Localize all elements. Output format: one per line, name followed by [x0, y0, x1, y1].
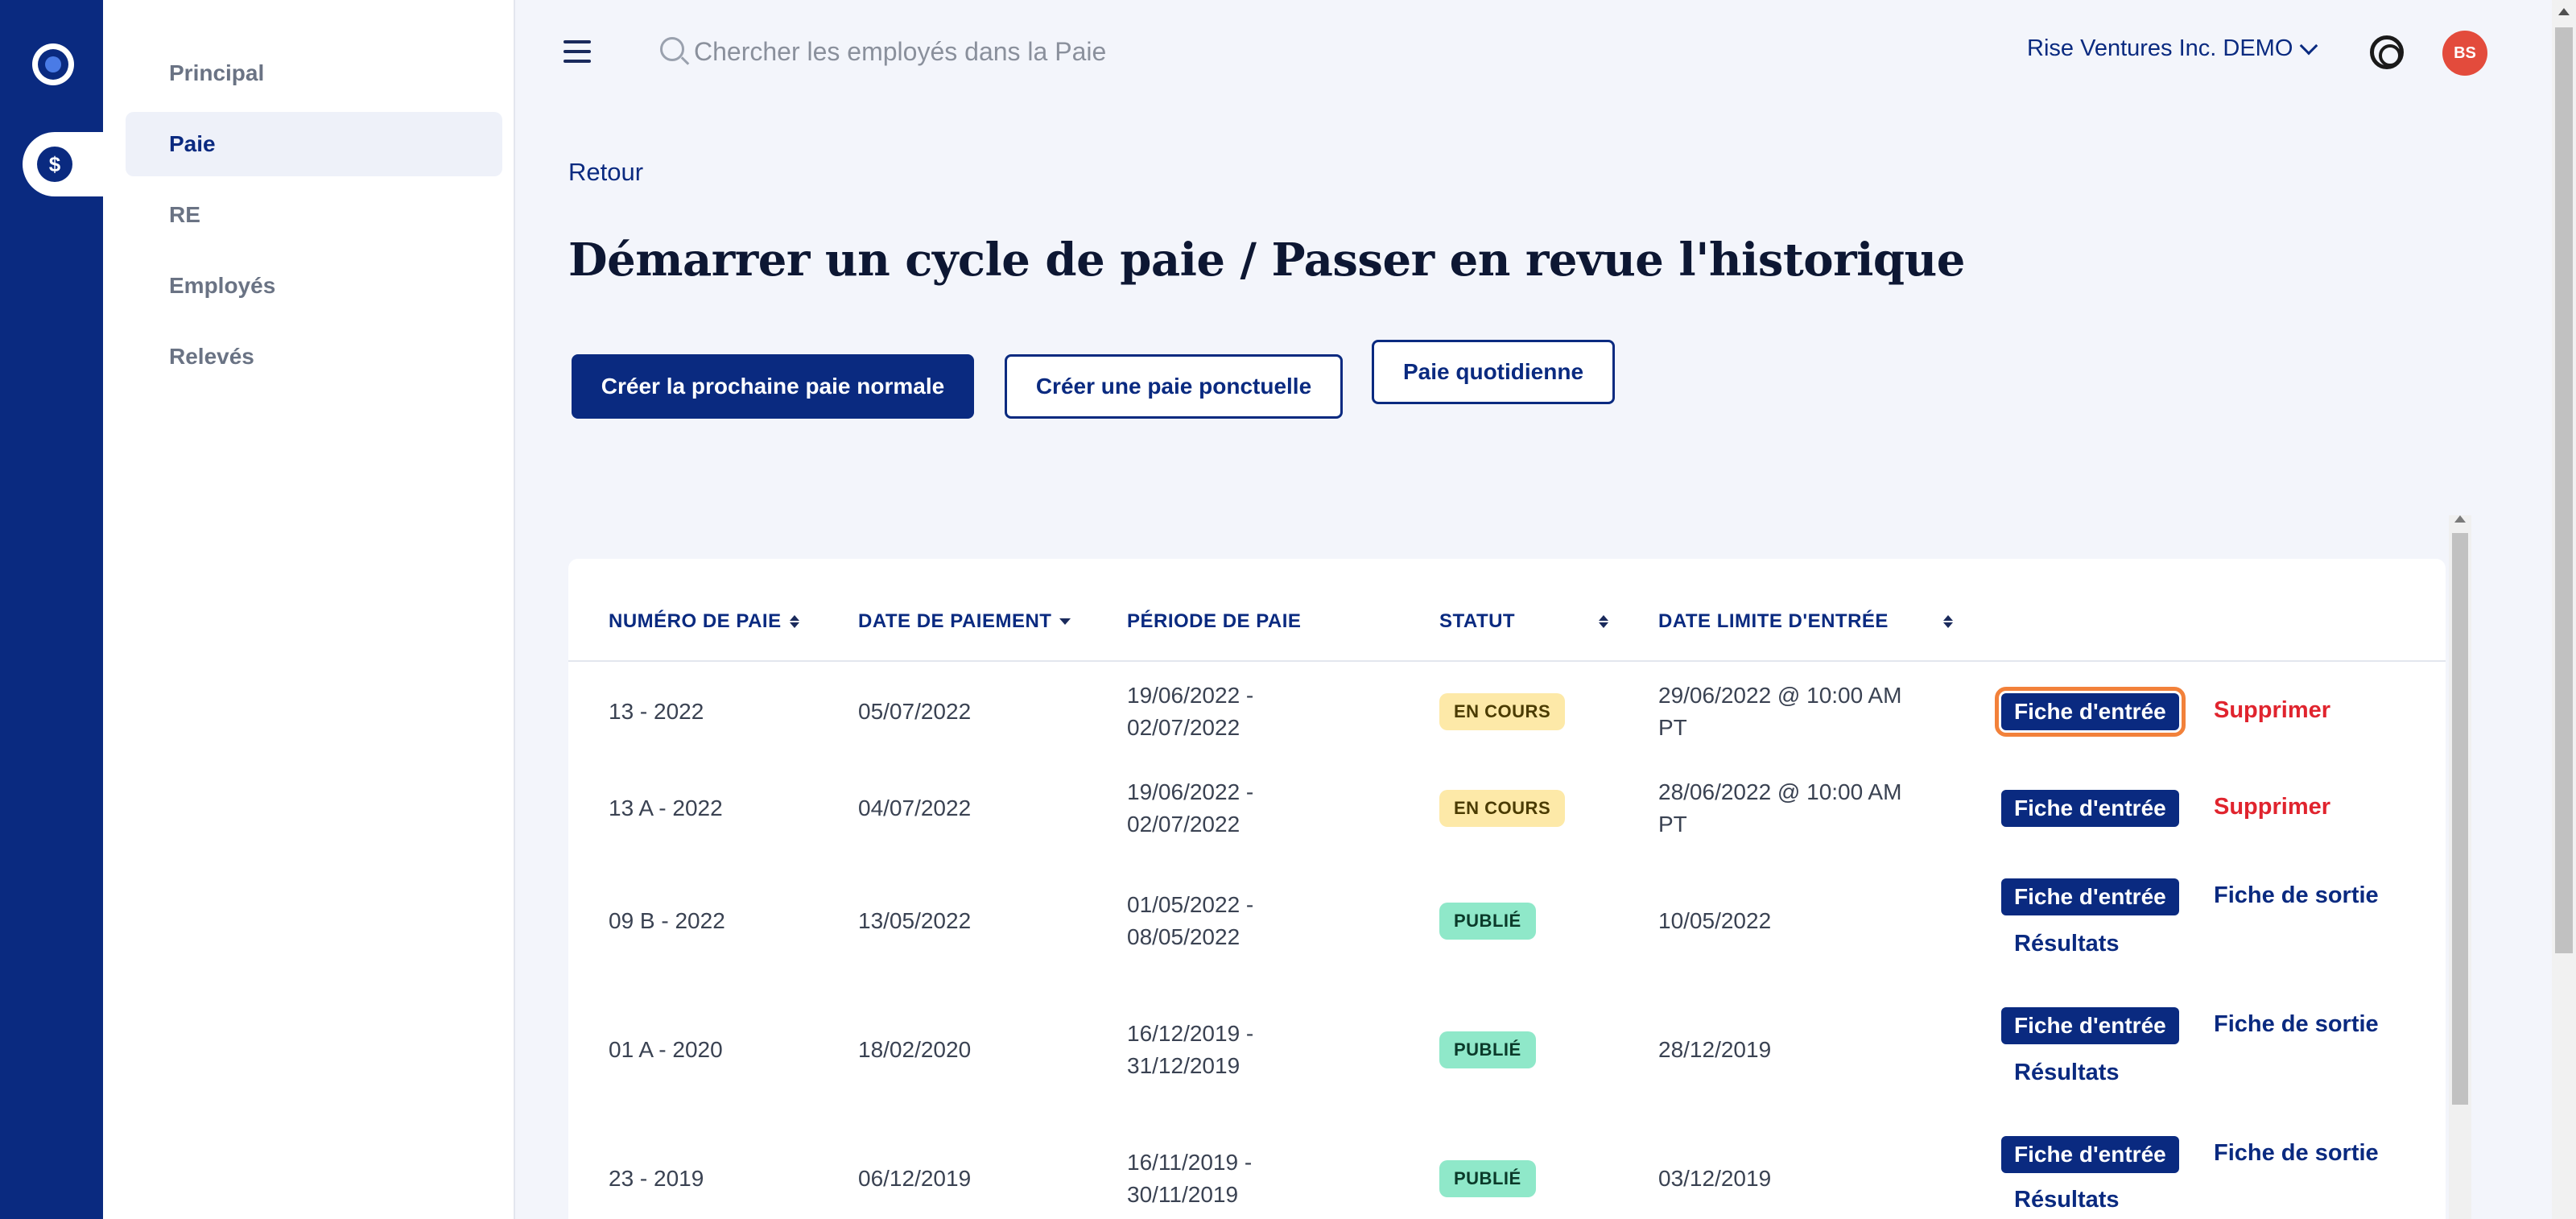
pay-period-end: 02/07/2022 [1127, 812, 1241, 837]
input-sheet-button[interactable]: Fiche d'entrée [2001, 878, 2179, 915]
status-badge: PUBLIÉ [1439, 903, 1536, 940]
search-icon [660, 37, 684, 61]
column-header-status[interactable]: STATUT [1439, 610, 1608, 633]
dollar-coin-icon: $ [37, 147, 72, 182]
pay-period-start: 16/12/2019 - [1127, 1021, 1254, 1046]
sidebar: Principal Paie RE Employés Relevés [103, 0, 515, 1219]
pay-period-start: 19/06/2022 - [1127, 683, 1254, 708]
sort-icon [1599, 615, 1608, 628]
status-badge: PUBLIÉ [1439, 1160, 1536, 1197]
sidebar-item-employes[interactable]: Employés [126, 254, 502, 318]
pay-number-cell: 13 A - 2022 [609, 795, 723, 820]
create-next-regular-pay-button[interactable]: Créer la prochaine paie normale [572, 354, 974, 419]
output-sheet-link[interactable]: Fiche de sortie [2214, 1011, 2379, 1038]
help-lifebuoy-icon[interactable] [2370, 35, 2404, 69]
pay-number-cell: 09 B - 2022 [609, 908, 725, 933]
delete-link[interactable]: Supprimer [2214, 794, 2330, 820]
pay-period-start: 16/11/2019 - [1127, 1150, 1253, 1175]
output-sheet-link[interactable]: Fiche de sortie [2214, 1140, 2379, 1167]
output-sheet-link[interactable]: Fiche de sortie [2214, 882, 2379, 909]
deadline-cell: 28/06/2022 @ 10:00 AM [1658, 779, 1902, 804]
pay-number-cell: 01 A - 2020 [609, 1037, 723, 1062]
pay-period-start: 01/05/2022 - [1127, 892, 1254, 917]
sort-icon [1943, 615, 1953, 628]
sort-desc-icon [1059, 618, 1071, 625]
results-link[interactable]: Résultats [2014, 931, 2120, 957]
pay-number-cell: 23 - 2019 [609, 1166, 704, 1191]
avatar[interactable]: BS [2442, 31, 2487, 76]
back-link[interactable]: Retour [568, 158, 643, 187]
sort-icon [789, 615, 799, 628]
results-link[interactable]: Résultats [2014, 1060, 2120, 1086]
pay-date-cell: 05/07/2022 [858, 699, 972, 724]
search-input[interactable] [694, 29, 1338, 74]
page-title: Démarrer un cycle de paie / Passer en re… [568, 233, 1965, 287]
deadline-tz: PT [1658, 715, 1687, 740]
app-logo-icon[interactable] [32, 43, 74, 85]
delete-link[interactable]: Supprimer [2214, 697, 2330, 724]
scroll-up-arrow-icon[interactable] [2558, 8, 2570, 15]
company-selector[interactable]: Rise Ventures Inc. DEMO [2027, 35, 2318, 62]
pay-period-end: 30/11/2019 [1127, 1182, 1239, 1207]
column-header-pay-date[interactable]: DATE DE PAIEMENT [858, 610, 1071, 633]
status-badge: PUBLIÉ [1439, 1031, 1536, 1068]
deadline-cell: 03/12/2019 [1658, 1166, 1772, 1191]
sidebar-item-principal[interactable]: Principal [126, 41, 502, 105]
column-header-pay-number[interactable]: NUMÉRO DE PAIE [609, 610, 799, 633]
daily-pay-button[interactable]: Paie quotidienne [1372, 340, 1615, 404]
sidebar-item-re[interactable]: RE [126, 183, 502, 247]
pay-number-cell: 13 - 2022 [609, 699, 704, 724]
pay-date-cell: 13/05/2022 [858, 908, 972, 933]
top-bar: Rise Ventures Inc. DEMO BS [515, 0, 2552, 105]
input-sheet-button[interactable]: Fiche d'entrée [2001, 1007, 2179, 1044]
page-scrollbar-thumb[interactable] [2555, 27, 2573, 953]
pay-period-end: 31/12/2019 [1127, 1053, 1241, 1078]
create-one-time-pay-button[interactable]: Créer une paie ponctuelle [1005, 354, 1343, 419]
pay-period-end: 08/05/2022 [1127, 924, 1241, 949]
results-link[interactable]: Résultats [2014, 1187, 2120, 1213]
sidebar-item-releves[interactable]: Relevés [126, 324, 502, 389]
pay-period-start: 19/06/2022 - [1127, 779, 1254, 804]
chevron-down-icon [2300, 36, 2318, 55]
table-scrollbar-thumb[interactable] [2452, 533, 2468, 1105]
column-header-pay-period[interactable]: PÉRIODE DE PAIE [1127, 610, 1301, 633]
rail-item-payroll[interactable]: $ [23, 132, 113, 196]
deadline-cell: 28/12/2019 [1658, 1037, 1772, 1062]
status-badge: EN COURS [1439, 790, 1566, 827]
pay-period-end: 02/07/2022 [1127, 715, 1241, 740]
pay-date-cell: 06/12/2019 [858, 1166, 972, 1191]
status-badge: EN COURS [1439, 693, 1566, 730]
sidebar-item-paie[interactable]: Paie [126, 112, 502, 176]
input-sheet-button[interactable]: Fiche d'entrée [1995, 687, 2186, 737]
pay-date-cell: 18/02/2020 [858, 1037, 972, 1062]
deadline-cell: 29/06/2022 @ 10:00 AM [1658, 683, 1902, 708]
deadline-tz: PT [1658, 812, 1687, 837]
pay-date-cell: 04/07/2022 [858, 795, 972, 820]
input-sheet-button[interactable]: Fiche d'entrée [2001, 790, 2179, 827]
header-divider [568, 660, 2446, 662]
column-header-input-deadline[interactable]: DATE LIMITE D'ENTRÉE [1658, 610, 1953, 633]
app-rail: $ [0, 0, 113, 1219]
input-sheet-button[interactable]: Fiche d'entrée [2001, 1136, 2179, 1173]
scroll-up-arrow-icon[interactable] [2454, 515, 2466, 523]
deadline-cell: 10/05/2022 [1658, 908, 1772, 933]
menu-icon[interactable] [564, 40, 591, 63]
